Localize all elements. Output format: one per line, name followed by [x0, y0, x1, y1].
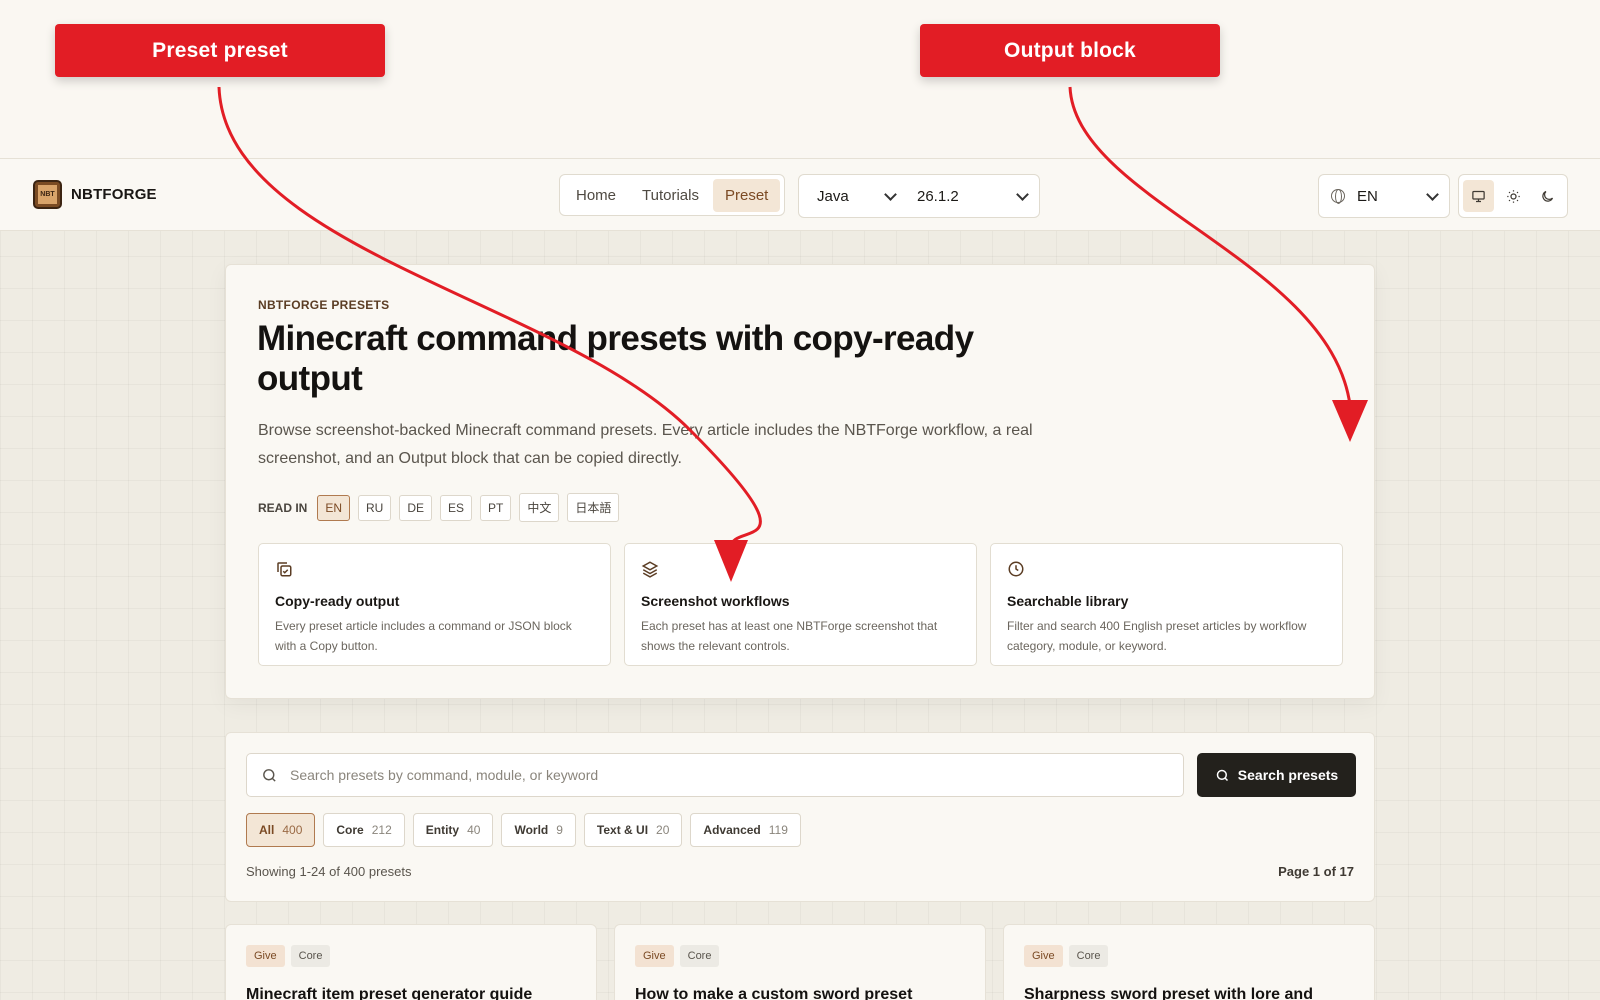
feature-card: Copy-ready output Every preset article i… [258, 543, 611, 666]
lang-chip-pt[interactable]: PT [480, 494, 512, 521]
theme-switcher [1458, 174, 1568, 218]
page-title: Minecraft command presets with copy-read… [257, 319, 974, 398]
copy-check-icon [277, 562, 292, 577]
edition-select[interactable]: Java [799, 188, 899, 205]
preset-card[interactable]: Give Core Sharpness sword preset with lo… [1003, 924, 1375, 1000]
lang-chip-en[interactable]: EN [317, 494, 351, 521]
filter-label: All [259, 823, 275, 837]
search-panel: Search presets All 400 Core 212 Entity 40 W… [225, 732, 1375, 902]
preset-title[interactable]: How to make a custom sword preset [635, 986, 965, 1000]
filter-count: 40 [467, 823, 481, 837]
main-nav: Home Tutorials Preset [559, 174, 786, 216]
search-presets-button[interactable]: Search presets [1197, 753, 1356, 797]
feature-description: Every preset article includes a command … [275, 619, 572, 653]
version-select[interactable]: 26.1.2 [899, 188, 1037, 205]
search-icon [1216, 769, 1228, 781]
search-icon [263, 768, 276, 782]
category-filters: All 400 Core 212 Entity 40 World 9 Text & UI… [246, 813, 801, 847]
tag-core: Core [679, 945, 720, 967]
filter-label: World [514, 823, 549, 837]
filter-count: 212 [371, 823, 392, 837]
chevron-down-icon [1426, 187, 1439, 201]
monitor-icon [1472, 190, 1485, 202]
nav-tutorials[interactable]: Tutorials [630, 179, 711, 212]
feature-title: Searchable library [1007, 593, 1129, 609]
nav-preset[interactable]: Preset [712, 178, 781, 212]
results-count: Showing 1-24 of 400 presets [246, 864, 412, 879]
hero-eyebrow: NBTFORGE PRESETS [258, 298, 390, 312]
page-indicator: Page 1 of 17 [1278, 864, 1354, 879]
feature-card: Screenshot workflows Each preset has at … [624, 543, 977, 666]
lang-chip-de[interactable]: DE [399, 494, 433, 521]
filter-label: Advanced [703, 823, 761, 837]
tag-list: Give Core [246, 945, 576, 967]
layers-icon [641, 561, 659, 578]
feature-title: Screenshot workflows [641, 593, 790, 609]
lang-chip-ja[interactable]: 日本語 [567, 493, 620, 522]
search-input[interactable] [290, 767, 1169, 783]
filter-count: 9 [556, 823, 563, 837]
feature-card: Searchable library Filter and search 400… [990, 543, 1343, 666]
feature-description: Each preset has at least one NBTForge sc… [641, 619, 938, 653]
preset-card[interactable]: Give Core How to make a custom sword pre… [614, 924, 986, 1000]
clock-icon [1008, 561, 1024, 577]
tag-core: Core [290, 945, 331, 967]
feature-title: Copy-ready output [275, 593, 400, 609]
filter-count: 20 [656, 823, 670, 837]
tag-give: Give [635, 945, 674, 967]
sun-icon [1506, 189, 1520, 203]
language-value: EN [1357, 187, 1378, 205]
callout-preset: Preset preset [55, 24, 385, 77]
tag-core: Core [1068, 945, 1109, 967]
brand[interactable]: NBT NBTFORGE [33, 180, 157, 209]
filter-count: 400 [282, 823, 303, 837]
hero-card: NBTFORGE PRESETS Minecraft command prese… [225, 264, 1375, 699]
version-selector-group: Java 26.1.2 [798, 174, 1040, 218]
callout-output-block: Output block [920, 24, 1220, 77]
theme-light-button[interactable] [1498, 180, 1529, 212]
filter-entity[interactable]: Entity 40 [412, 813, 494, 847]
feature-cards: Copy-ready output Every preset article i… [258, 543, 1343, 666]
filter-count: 119 [768, 823, 788, 837]
read-in-label: READ IN [258, 500, 308, 515]
preset-title[interactable]: Sharpness sword preset with lore and [1024, 986, 1354, 1000]
filter-label: Text & UI [596, 823, 649, 837]
filter-advanced[interactable]: Advanced 119 [690, 813, 801, 847]
feature-description: Filter and search 400 English preset art… [1007, 619, 1307, 653]
brand-name: NBTFORGE [71, 186, 157, 203]
filter-text-ui[interactable]: Text & UI 20 [583, 813, 683, 847]
version-value: 26.1.2 [917, 187, 959, 205]
preset-card[interactable]: Give Core Minecraft item preset generato… [225, 924, 597, 1000]
theme-dark-button[interactable] [1532, 180, 1563, 212]
tag-list: Give Core [635, 945, 965, 967]
filter-label: Core [336, 823, 364, 837]
chevron-down-icon [1016, 187, 1029, 201]
tag-list: Give Core [1024, 945, 1354, 967]
search-button-label: Search presets [1237, 767, 1339, 783]
filter-world[interactable]: World 9 [501, 813, 576, 847]
search-box [246, 753, 1184, 797]
filter-label: Entity [425, 823, 460, 837]
globe-icon [1331, 189, 1345, 204]
moon-icon [1542, 190, 1554, 202]
lang-chip-es[interactable]: ES [440, 494, 473, 521]
chevron-down-icon [884, 187, 897, 201]
top-navbar: NBT NBTFORGE Home Tutorials Preset Java … [0, 159, 1600, 231]
hero-description: Browse screenshot-backed Minecraft comma… [258, 422, 1033, 467]
filter-core[interactable]: Core 212 [323, 813, 405, 847]
edition-value: Java [817, 187, 849, 205]
language-select[interactable]: EN [1318, 174, 1450, 218]
lang-chip-zh[interactable]: 中文 [519, 493, 560, 522]
read-in-languages: READ IN EN RU DE ES PT 中文 日本語 [258, 493, 620, 522]
brand-logo: NBT [33, 180, 62, 209]
tag-give: Give [1024, 945, 1063, 967]
lang-chip-ru[interactable]: RU [358, 494, 392, 521]
brand-logo-text: NBT [40, 191, 55, 198]
theme-system-button[interactable] [1463, 180, 1494, 212]
preset-title[interactable]: Minecraft item preset generator guide [246, 986, 576, 1000]
nav-home[interactable]: Home [564, 179, 628, 212]
tag-give: Give [246, 945, 285, 967]
filter-all[interactable]: All 400 [246, 813, 316, 847]
